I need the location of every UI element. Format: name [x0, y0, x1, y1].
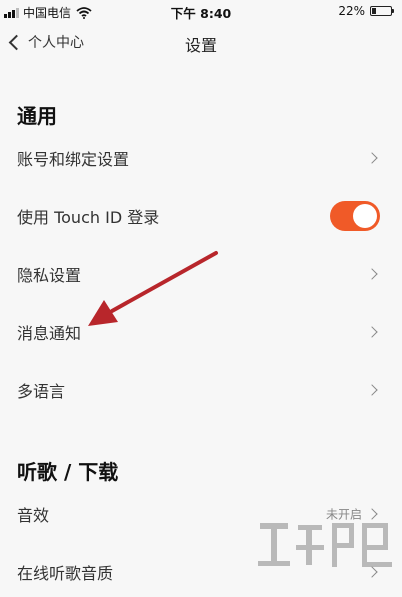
settings-row-account-binding[interactable]: 账号和绑定设置	[0, 133, 402, 183]
battery-percent: 22%	[338, 4, 365, 18]
battery-icon	[370, 6, 394, 16]
chevron-right-icon	[366, 152, 378, 164]
row-label: 消息通知	[17, 324, 82, 343]
status-bar: 中国电信 下午 8:40 22%	[0, 0, 402, 22]
chevron-right-icon	[366, 268, 378, 280]
row-label: 在线听歌音质	[17, 564, 114, 583]
page-title: 设置	[184, 36, 217, 55]
row-label: 使用 Touch ID 登录	[17, 208, 160, 227]
row-label: 隐私设置	[17, 266, 82, 285]
settings-row-touch-id: 使用 Touch ID 登录	[0, 191, 402, 241]
settings-row-language[interactable]: 多语言	[0, 365, 402, 415]
battery-level-fill	[372, 8, 376, 14]
section-title-general: 通用	[17, 104, 57, 128]
touch-id-toggle[interactable]	[330, 201, 380, 231]
chevron-right-icon	[366, 384, 378, 396]
watermark-logo	[258, 523, 392, 567]
settings-row-privacy[interactable]: 隐私设置	[0, 249, 402, 299]
status-right: 22%	[338, 4, 394, 18]
navigation-bar: 个人中心 设置	[0, 22, 402, 62]
settings-row-notifications[interactable]: 消息通知	[0, 307, 402, 357]
section-title-music-download: 听歌 / 下载	[17, 460, 119, 484]
chevron-right-icon	[366, 326, 378, 338]
row-label: 音效	[17, 506, 50, 525]
row-label: 账号和绑定设置	[17, 150, 130, 169]
toggle-knob	[353, 204, 377, 228]
row-label: 多语言	[17, 382, 66, 401]
